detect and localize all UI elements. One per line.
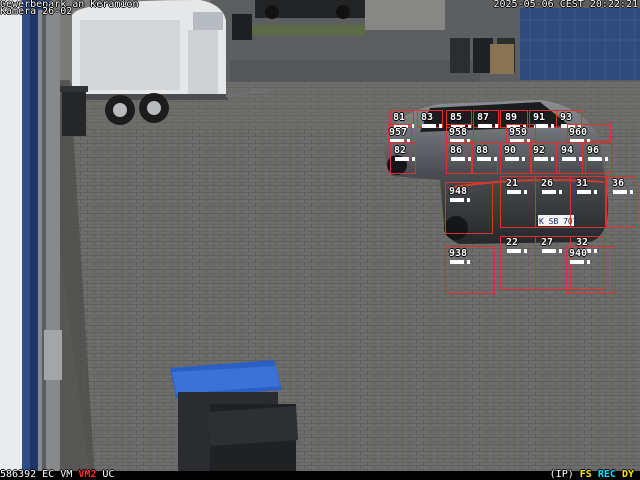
detection-marker	[451, 157, 471, 161]
detection-label: 940	[569, 248, 588, 259]
detection-marker	[542, 249, 562, 253]
detection-marker	[450, 260, 470, 264]
detection-label: 93	[560, 112, 573, 123]
detection-label: 958	[449, 127, 468, 138]
detection-marker	[542, 190, 562, 194]
detection-label: 21	[506, 178, 519, 189]
detection-marker	[422, 124, 442, 128]
status-right: (IP) FS REC DY	[550, 470, 634, 480]
ip-flag: (IP)	[549, 469, 574, 480]
detection-label: 959	[509, 127, 528, 138]
detection-marker	[613, 190, 633, 194]
camera-id-label: Kamera 26-02	[0, 6, 73, 17]
detection-label: 948	[449, 186, 468, 197]
detection-label: 87	[477, 112, 490, 123]
detection-marker	[588, 157, 608, 161]
fs-flag: FS	[579, 469, 592, 480]
detection-label: 960	[569, 127, 588, 138]
detection-marker	[507, 190, 527, 194]
detection-label: 27	[541, 237, 554, 248]
uc-flag: UC	[102, 469, 115, 480]
detection-label: 88	[476, 145, 489, 156]
detection-label: 89	[505, 112, 518, 123]
detection-label: 957	[389, 127, 408, 138]
detection-label: 96	[587, 145, 600, 156]
camera-view: Gewerbepark an Keramion Kamera 26-02 202…	[0, 0, 640, 480]
detection-marker	[534, 157, 554, 161]
detection-label: 22	[506, 237, 519, 248]
detection-marker	[395, 157, 415, 161]
detection-label: 83	[421, 112, 434, 123]
detection-marker	[570, 260, 590, 264]
vm-flag: VM	[60, 469, 73, 480]
detection-label: 938	[449, 248, 468, 259]
status-left: 586392 EC VM VM2 UC	[0, 470, 114, 480]
detection-marker	[478, 124, 498, 128]
detection-label: 92	[533, 145, 546, 156]
detection-marker	[534, 124, 554, 128]
vm2-flag: VM2	[78, 469, 97, 480]
detection-label: 82	[394, 145, 407, 156]
detection-marker	[507, 249, 527, 253]
detection-marker	[450, 198, 470, 202]
detection-marker	[562, 157, 582, 161]
timestamp: 2025-05-06 CEST 20:22:21	[493, 0, 639, 10]
detection-marker	[577, 190, 597, 194]
detection-label: 91	[533, 112, 546, 123]
detection-label: 31	[576, 178, 589, 189]
detection-label: 36	[612, 178, 625, 189]
detection-label: 94	[561, 145, 574, 156]
detection-label: 81	[393, 112, 406, 123]
ec-flag: EC	[42, 469, 55, 480]
dy-flag: DY	[621, 469, 634, 480]
detection-marker	[505, 157, 525, 161]
rec-flag: REC	[597, 469, 616, 480]
detection-label: 26	[541, 178, 554, 189]
detection-label: 90	[504, 145, 517, 156]
frame-counter: 586392	[0, 469, 37, 480]
detection-label: 85	[450, 112, 463, 123]
detection-marker	[477, 157, 497, 161]
detection-label: 86	[450, 145, 463, 156]
